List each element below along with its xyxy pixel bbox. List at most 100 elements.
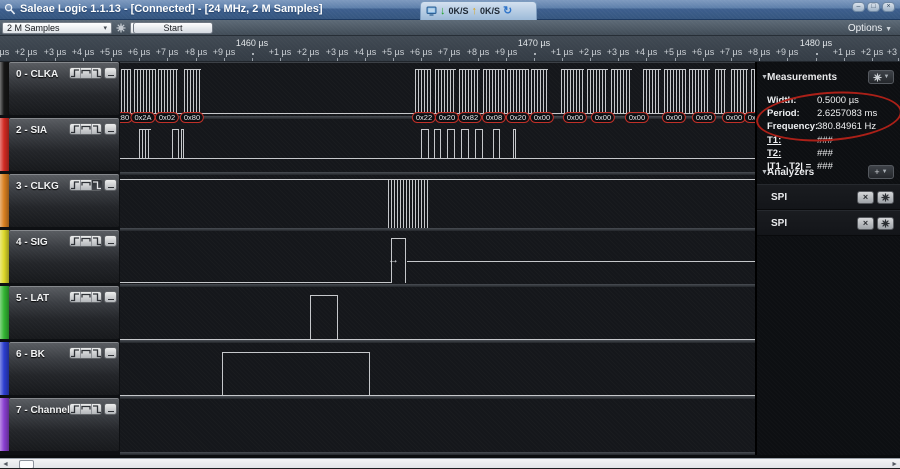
trigger-falling-edge-icon[interactable] xyxy=(92,404,102,414)
ruler-tick-label: +5 µs xyxy=(382,47,404,57)
horizontal-scrollbar[interactable]: ◄ ► xyxy=(0,458,900,468)
measurement-label[interactable]: T1: xyxy=(767,135,817,146)
minimize-channel-button[interactable] xyxy=(104,403,117,415)
signal-pulse xyxy=(222,352,370,396)
minimize-channel-button[interactable] xyxy=(104,123,117,135)
ruler-tick-label: +7 µs xyxy=(438,47,460,57)
measurement-label[interactable]: Width: xyxy=(767,95,817,106)
trigger-level-icon[interactable] xyxy=(81,348,92,358)
channel-label-panel[interactable]: 5 - LAT xyxy=(9,286,119,339)
window-title: Saleae Logic 1.1.13 - [Connected] - [24 … xyxy=(20,3,323,15)
remove-analyzer-button[interactable]: × xyxy=(857,191,874,204)
channel-column: 0 - CLKA xyxy=(0,62,120,455)
gear-icon[interactable] xyxy=(116,23,126,33)
minimize-channel-button[interactable] xyxy=(104,179,117,191)
trigger-level-icon[interactable] xyxy=(81,68,92,78)
trigger-level-icon[interactable] xyxy=(81,180,92,190)
clock-burst xyxy=(184,69,201,114)
trigger-rising-edge-icon[interactable] xyxy=(70,68,81,78)
trigger-falling-edge-icon[interactable] xyxy=(92,180,102,190)
close-button[interactable]: × xyxy=(882,2,895,12)
start-button[interactable]: Start xyxy=(133,22,213,34)
ruler-tick-label: +3 µs xyxy=(326,47,348,57)
ruler-tick: +4 µs xyxy=(365,36,366,62)
trigger-buttons xyxy=(69,179,102,191)
trigger-rising-edge-icon[interactable] xyxy=(70,348,81,358)
maximize-button[interactable]: □ xyxy=(867,2,880,12)
minimize-channel-button[interactable] xyxy=(104,291,117,303)
channel-label-panel[interactable]: 6 - BK xyxy=(9,342,119,395)
waveform-area[interactable]: 0x80 0x2A 0x02 0x80 0x22 0x20 0x82 0x08 … xyxy=(120,62,755,455)
trigger-rising-edge-icon[interactable] xyxy=(70,180,81,190)
trigger-falling-edge-icon[interactable] xyxy=(92,348,102,358)
trigger-falling-edge-icon[interactable] xyxy=(92,292,102,302)
monitor-icon xyxy=(426,6,437,16)
measurement-label[interactable]: Frequency: xyxy=(767,121,817,132)
channel-label-panel[interactable]: 2 - SIA xyxy=(9,118,119,171)
trigger-rising-edge-icon[interactable] xyxy=(70,124,81,134)
clock-burst xyxy=(689,69,710,114)
ruler-tick-label: +5 µs xyxy=(100,47,122,57)
channel-row: 2 - SIA xyxy=(0,118,120,174)
trigger-level-icon[interactable] xyxy=(81,404,92,414)
channel-label: 6 - BK xyxy=(16,349,45,360)
measurements-settings-button[interactable]: ▼ xyxy=(868,70,894,84)
ruler-tick: +3 µs xyxy=(618,36,619,62)
ruler-tick: +3 µs xyxy=(55,36,56,62)
trigger-level-icon[interactable] xyxy=(81,292,92,302)
trigger-rising-edge-icon[interactable] xyxy=(70,236,81,246)
bottom-bar: ◄ ► xyxy=(0,455,900,469)
ruler-tick-label: +8 µs xyxy=(467,47,489,57)
add-analyzer-button[interactable]: + ▼ xyxy=(868,165,894,179)
analyzer-settings-button[interactable] xyxy=(877,217,894,230)
ruler-tick-label: +5 µs xyxy=(664,47,686,57)
clock-burst xyxy=(158,69,178,114)
signal-pulse xyxy=(181,129,184,159)
gear-icon xyxy=(881,219,890,228)
signal-pulse xyxy=(475,129,483,159)
channel-label-panel[interactable]: 4 - SIG xyxy=(9,230,119,283)
signal-pulse xyxy=(493,129,500,159)
channel-label-panel[interactable]: 7 - Channel 7 xyxy=(9,398,119,451)
analyzers-header[interactable]: ▼ Analyzers + ▼ xyxy=(757,163,900,183)
minimize-channel-button[interactable] xyxy=(104,235,117,247)
ruler-tick: +2 µs xyxy=(26,36,27,62)
download-arrow-icon: ↓ xyxy=(440,6,446,17)
gear-icon xyxy=(873,73,882,82)
trigger-falling-edge-icon[interactable] xyxy=(92,124,102,134)
trigger-rising-edge-icon[interactable] xyxy=(70,292,81,302)
ruler-tick-label: +9 µs xyxy=(495,47,517,57)
time-ruler[interactable]: +1 µs +2 µs +3 µs +4 µs +5 µs +6 µs +7 xyxy=(0,36,900,62)
trigger-falling-edge-icon[interactable] xyxy=(92,236,102,246)
options-button[interactable]: Options ▼ xyxy=(848,23,892,34)
trigger-level-icon[interactable] xyxy=(81,236,92,246)
ruler-tick: +2 µs xyxy=(308,36,309,62)
analyzer-settings-button[interactable] xyxy=(877,191,894,204)
measurement-row: T2: ### xyxy=(767,147,897,160)
trigger-falling-edge-icon[interactable] xyxy=(92,68,102,78)
ruler-tick-label: +7 µs xyxy=(156,47,178,57)
measurements-header[interactable]: ▼ Measurements ▼ xyxy=(757,68,900,88)
decoded-byte-label: 0x00 xyxy=(625,112,649,123)
trigger-level-icon[interactable] xyxy=(81,124,92,134)
channel-label-panel[interactable]: 0 - CLKA xyxy=(9,62,119,115)
ruler-tick-label: +6 µs xyxy=(410,47,432,57)
ruler-tick: +8 µs xyxy=(478,36,479,62)
measurement-value: ### xyxy=(817,148,897,159)
ruler-tick: +8 µs xyxy=(196,36,197,62)
trigger-buttons xyxy=(69,67,102,79)
channel-label-panel[interactable]: 3 - CLKG xyxy=(9,174,119,227)
minimize-channel-button[interactable] xyxy=(104,347,117,359)
remove-analyzer-button[interactable]: × xyxy=(857,217,874,230)
ruler-tick: +2 µs xyxy=(590,36,591,62)
measurement-label[interactable]: Period: xyxy=(767,108,817,119)
minimize-button[interactable]: – xyxy=(852,2,865,12)
samples-dropdown[interactable]: 2 M Samples ▾ xyxy=(2,22,112,34)
minimize-channel-button[interactable] xyxy=(104,67,117,79)
measurement-label[interactable]: T2: xyxy=(767,148,817,159)
ruler-tick-label: +4 µs xyxy=(635,47,657,57)
throughput-tab[interactable]: ↓ 0K/S ↑ 0K/S ↻ xyxy=(420,1,537,20)
trigger-rising-edge-icon[interactable] xyxy=(70,404,81,414)
ruler-tick-label: +2 µs xyxy=(297,47,319,57)
ruler-tick-label: +4 µs xyxy=(354,47,376,57)
